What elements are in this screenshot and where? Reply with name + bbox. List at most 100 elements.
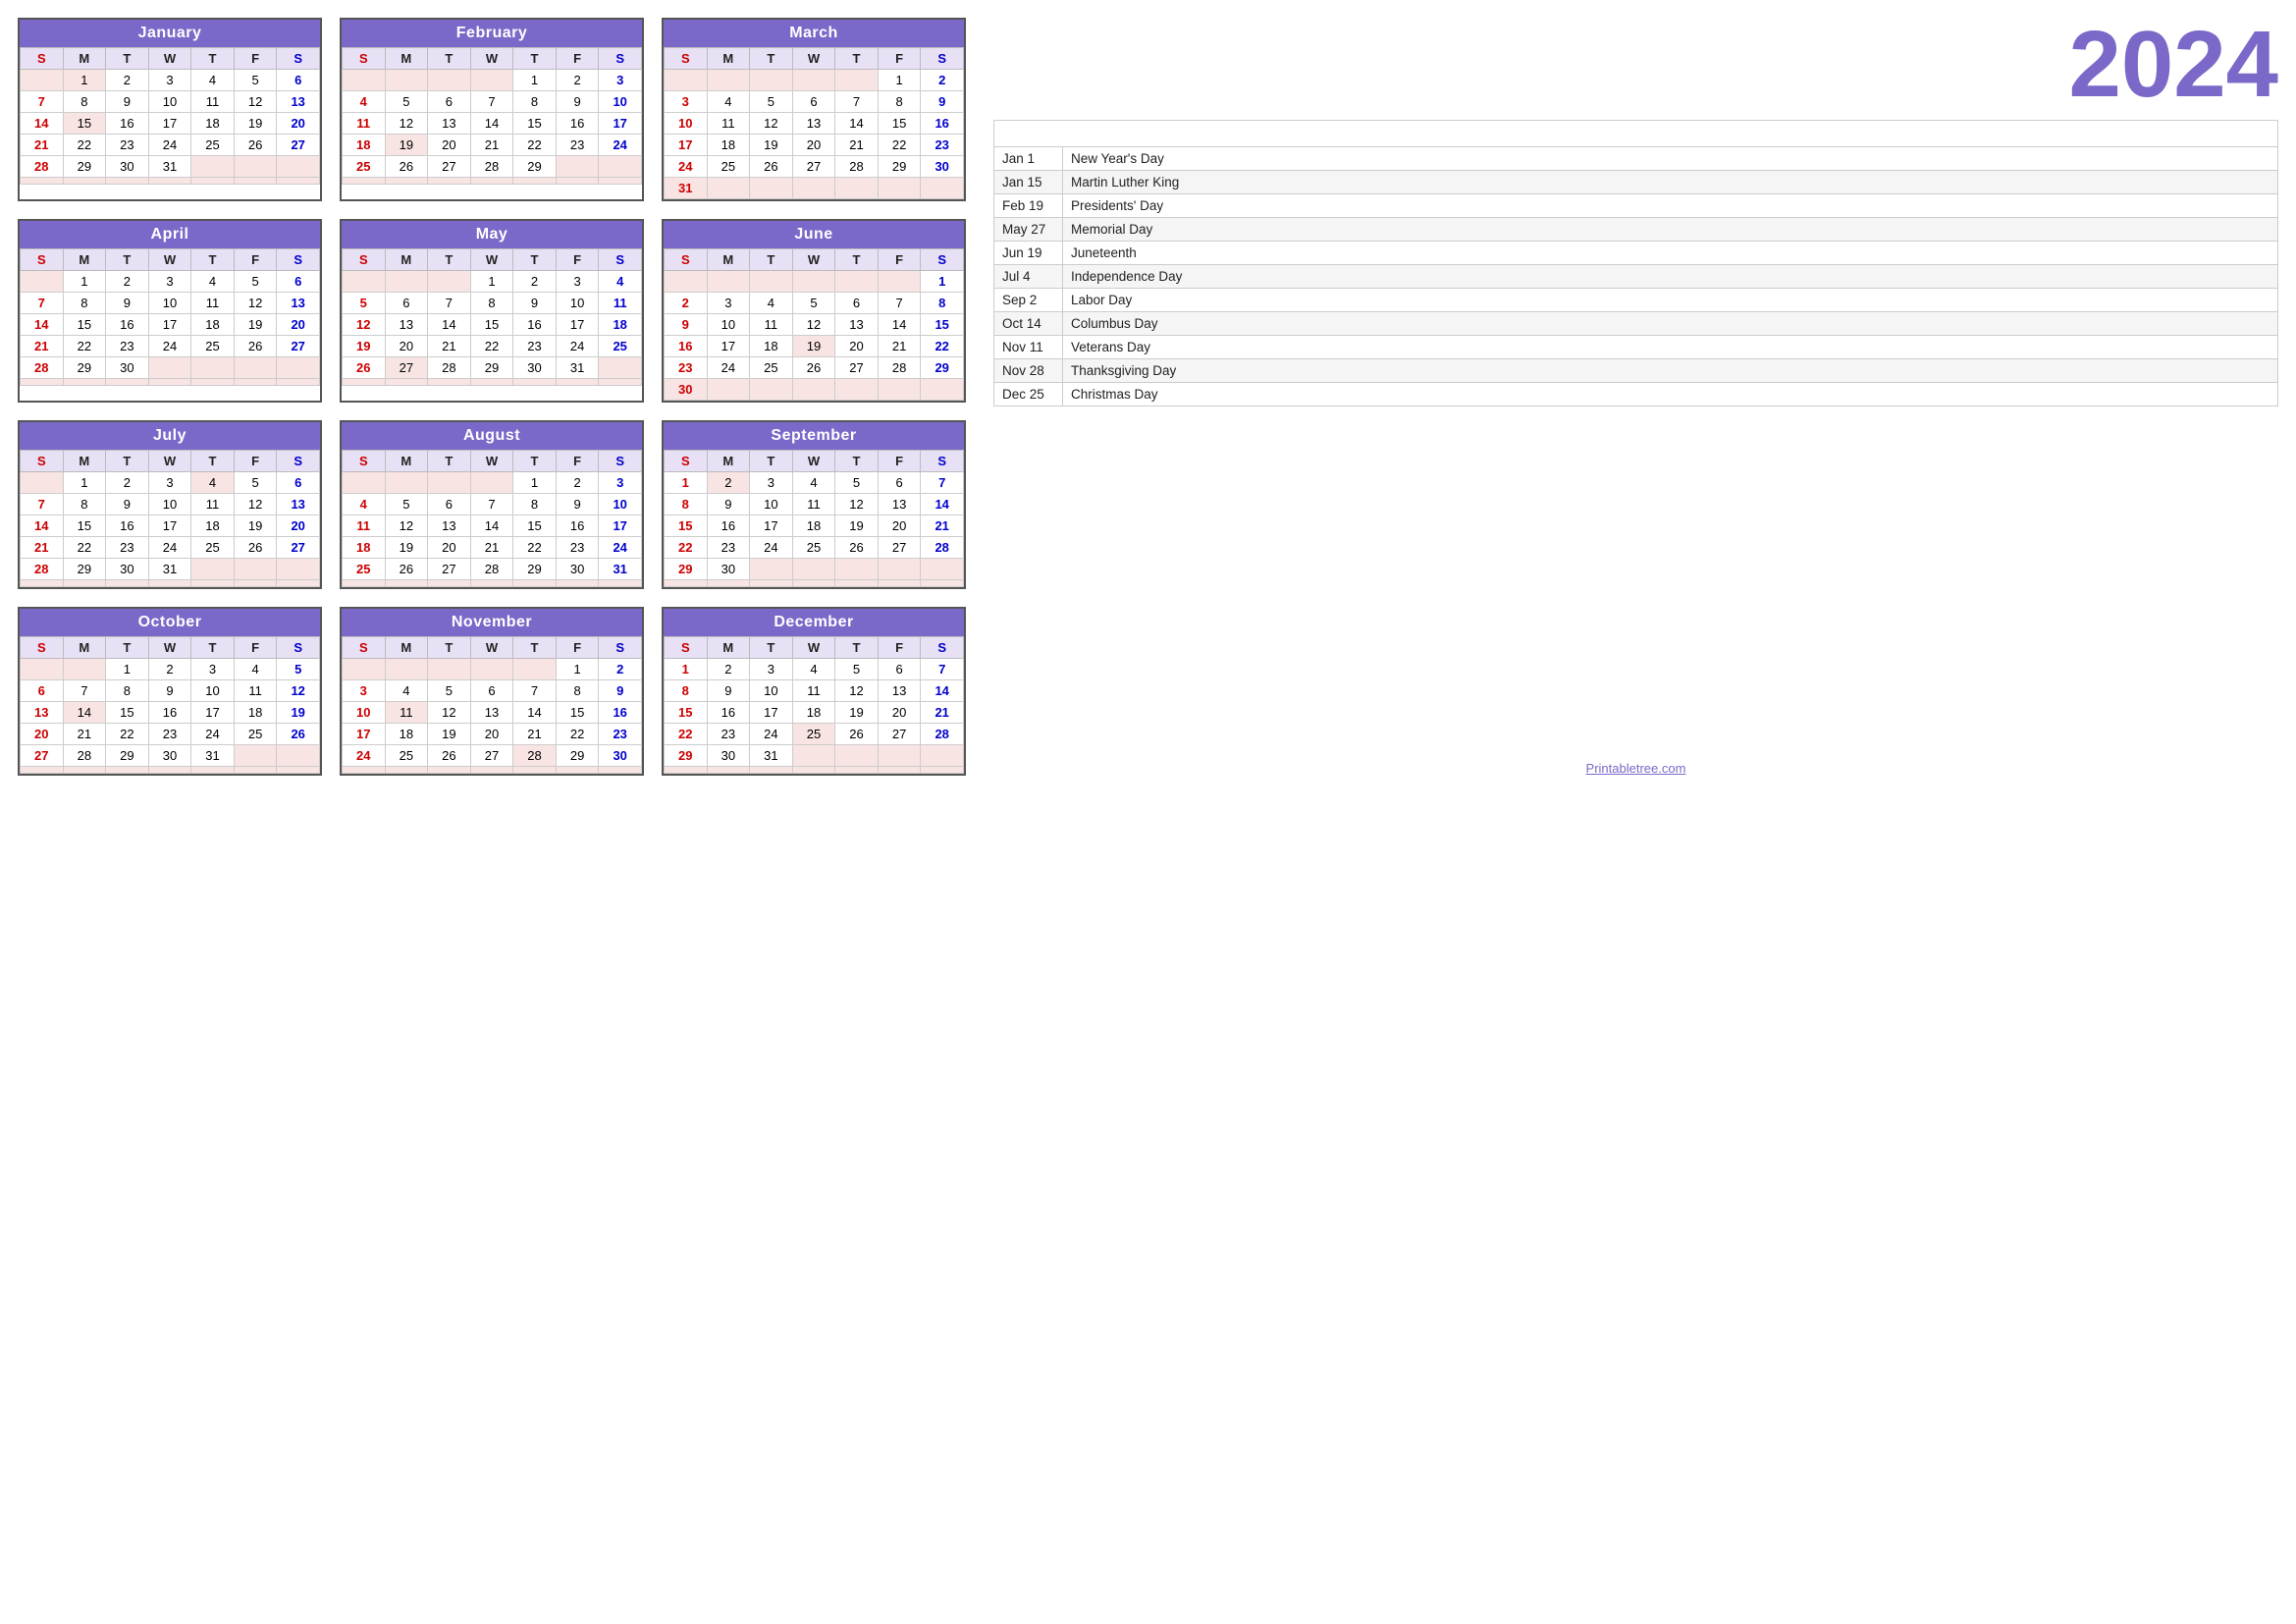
footer-link[interactable]: Printabletree.com xyxy=(993,751,2278,776)
calendar-day xyxy=(921,580,964,587)
calendar-day: 22 xyxy=(106,724,149,745)
calendar-day xyxy=(428,379,471,386)
calendar-day: 20 xyxy=(21,724,64,745)
calendar-week: 123 xyxy=(343,70,642,91)
calendar-day: 17 xyxy=(148,515,191,537)
calendar-day: 24 xyxy=(148,135,191,156)
calendar-day: 13 xyxy=(470,702,513,724)
calendar-week xyxy=(665,580,964,587)
holiday-date: Jan 1 xyxy=(994,147,1063,171)
calendar-day: 7 xyxy=(921,472,964,494)
calendar-table: SMTWTFS123456789101112131415161718192021… xyxy=(342,47,642,185)
calendar-week: 22232425262728 xyxy=(665,724,964,745)
calendar-day: 7 xyxy=(878,293,921,314)
calendar-day xyxy=(63,767,106,774)
calendar-day: 15 xyxy=(513,113,557,135)
calendar-day xyxy=(599,767,642,774)
calendar-day: 25 xyxy=(750,357,793,379)
calendar-day: 23 xyxy=(707,724,750,745)
calendar-day xyxy=(385,271,428,293)
calendar-day: 25 xyxy=(234,724,277,745)
day-header: M xyxy=(63,637,106,659)
day-header: S xyxy=(921,48,964,70)
calendar-day: 19 xyxy=(428,724,471,745)
calendar-day: 7 xyxy=(835,91,879,113)
day-header: T xyxy=(750,637,793,659)
calendar-day xyxy=(191,156,235,178)
calendar-day: 3 xyxy=(599,472,642,494)
calendar-day xyxy=(665,70,708,91)
calendar-day xyxy=(21,379,64,386)
calendar-day: 3 xyxy=(148,271,191,293)
calendar-day: 25 xyxy=(599,336,642,357)
calendar-day: 11 xyxy=(234,680,277,702)
day-header: M xyxy=(63,48,106,70)
calendar-week xyxy=(665,767,964,774)
calendar-day: 21 xyxy=(63,724,106,745)
calendar-week xyxy=(343,178,642,185)
calendar-day: 9 xyxy=(556,494,599,515)
day-header: T xyxy=(191,451,235,472)
calendar-day: 15 xyxy=(665,702,708,724)
calendar-day: 2 xyxy=(106,70,149,91)
calendar-day: 10 xyxy=(343,702,386,724)
calendar-day: 10 xyxy=(556,293,599,314)
calendar-day: 10 xyxy=(148,494,191,515)
calendar-day xyxy=(599,357,642,379)
calendar-week: 567891011 xyxy=(343,293,642,314)
calendar-day xyxy=(106,580,149,587)
calendar-day: 10 xyxy=(148,91,191,113)
holiday-row: Jun 19Juneteenth xyxy=(994,242,2278,265)
calendar-day: 15 xyxy=(63,314,106,336)
holiday-name: Memorial Day xyxy=(1063,218,2278,242)
holiday-name: Juneteenth xyxy=(1063,242,2278,265)
calendar-day: 19 xyxy=(385,135,428,156)
calendar-week: 10111213141516 xyxy=(665,113,964,135)
calendar-day: 31 xyxy=(665,178,708,199)
calendar-day: 7 xyxy=(428,293,471,314)
day-header: S xyxy=(21,48,64,70)
calendar-week xyxy=(343,580,642,587)
calendar-day xyxy=(428,271,471,293)
calendar-day: 28 xyxy=(878,357,921,379)
calendar-day: 3 xyxy=(556,271,599,293)
calendar-day: 27 xyxy=(277,336,320,357)
calendar-day: 28 xyxy=(921,537,964,559)
calendar-day: 18 xyxy=(343,537,386,559)
calendar-week: 891011121314 xyxy=(665,680,964,702)
day-header: S xyxy=(343,249,386,271)
holiday-date: Feb 19 xyxy=(994,194,1063,218)
calendar-day xyxy=(792,745,835,767)
calendar-week: 21222324252627 xyxy=(21,135,320,156)
calendar-day: 13 xyxy=(878,494,921,515)
calendar-week: 2345678 xyxy=(665,293,964,314)
calendar-day xyxy=(750,178,793,199)
calendar-day: 8 xyxy=(513,494,557,515)
day-header: F xyxy=(234,249,277,271)
calendar-week: 25262728293031 xyxy=(343,559,642,580)
calendar-day: 20 xyxy=(878,515,921,537)
holiday-date: Jan 15 xyxy=(994,171,1063,194)
calendar-day: 3 xyxy=(599,70,642,91)
calendar-day xyxy=(234,379,277,386)
calendar-week: 28293031 xyxy=(21,156,320,178)
calendar-day: 2 xyxy=(148,659,191,680)
calendar-day xyxy=(63,659,106,680)
calendar-day xyxy=(63,379,106,386)
month-header: January xyxy=(20,20,320,47)
calendar-day: 14 xyxy=(21,314,64,336)
day-header: T xyxy=(750,451,793,472)
day-header: S xyxy=(665,249,708,271)
calendar-table: SMTWTFS123456789101112131415161718192021… xyxy=(664,47,964,199)
calendar-day: 15 xyxy=(878,113,921,135)
calendar-week: 20212223242526 xyxy=(21,724,320,745)
calendar-day: 31 xyxy=(191,745,235,767)
calendar-day: 28 xyxy=(428,357,471,379)
calendar-day xyxy=(470,70,513,91)
calendar-day: 27 xyxy=(385,357,428,379)
calendar-day: 17 xyxy=(343,724,386,745)
calendar-day xyxy=(191,379,235,386)
calendar-day: 23 xyxy=(665,357,708,379)
calendar-day: 11 xyxy=(191,293,235,314)
calendar-day: 27 xyxy=(878,537,921,559)
